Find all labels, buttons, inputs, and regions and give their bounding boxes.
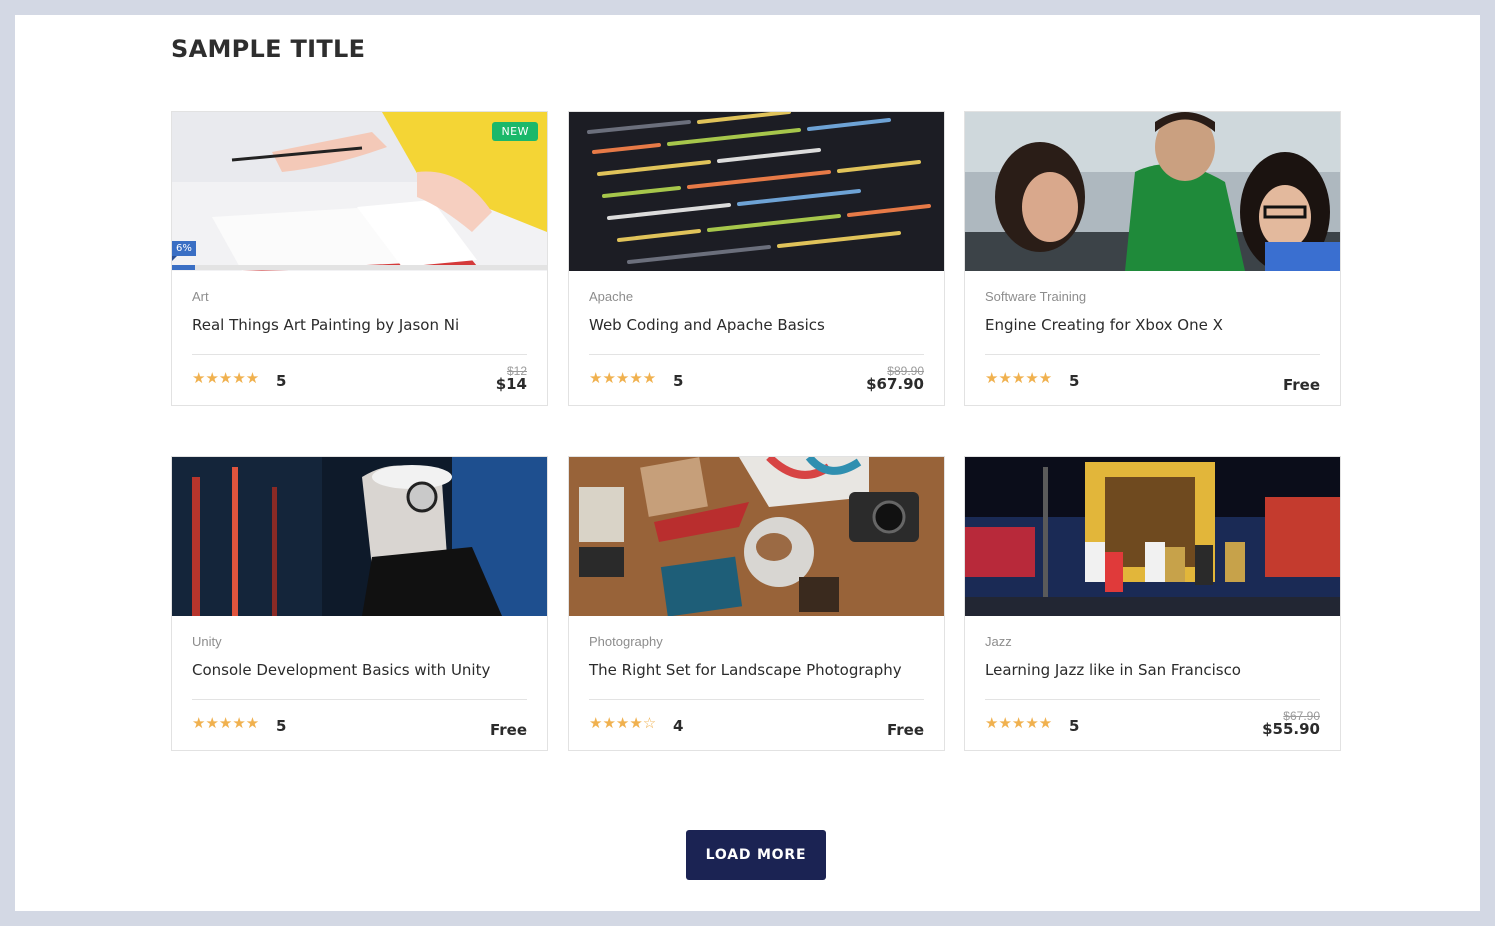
course-category[interactable]: Unity bbox=[192, 634, 222, 649]
course-title[interactable]: Learning Jazz like in San Francisco bbox=[985, 661, 1241, 679]
course-card[interactable]: NEW 6% Art Real Things Art Painting by J… bbox=[171, 111, 548, 406]
divider bbox=[589, 699, 924, 700]
progress-label: 6% bbox=[172, 241, 196, 261]
divider bbox=[192, 699, 527, 700]
price: Free bbox=[886, 721, 924, 739]
course-thumbnail[interactable] bbox=[569, 457, 944, 616]
progress-fill bbox=[172, 265, 195, 270]
course-thumbnail[interactable] bbox=[172, 457, 547, 616]
new-badge: NEW bbox=[492, 122, 538, 141]
course-title[interactable]: Web Coding and Apache Basics bbox=[589, 316, 825, 334]
star-rating-icon: ★★★★★ bbox=[589, 370, 657, 387]
rating-value: 5 bbox=[673, 372, 684, 390]
course-title[interactable]: The Right Set for Landscape Photography bbox=[589, 661, 902, 679]
price: Free bbox=[1282, 376, 1320, 394]
page-frame: SAMPLE TITLE NEW 6% Art Real Things Art … bbox=[15, 15, 1480, 911]
load-more-button[interactable]: LOAD MORE bbox=[686, 830, 826, 880]
rating-value: 5 bbox=[276, 717, 287, 735]
rating-value: 5 bbox=[276, 372, 287, 390]
progress-bar bbox=[172, 265, 547, 270]
course-card[interactable]: Jazz Learning Jazz like in San Francisco… bbox=[964, 456, 1341, 751]
divider bbox=[192, 354, 527, 355]
star-rating-icon: ★★★★☆ bbox=[589, 715, 657, 732]
course-card[interactable]: Apache Web Coding and Apache Basics ★★★★… bbox=[568, 111, 945, 406]
divider bbox=[985, 699, 1320, 700]
course-title[interactable]: Engine Creating for Xbox One X bbox=[985, 316, 1223, 334]
rating-value: 4 bbox=[673, 717, 684, 735]
course-category[interactable]: Apache bbox=[589, 289, 633, 304]
star-rating-icon: ★★★★★ bbox=[192, 370, 260, 387]
rating-value: 5 bbox=[1069, 372, 1080, 390]
course-category[interactable]: Art bbox=[192, 289, 209, 304]
star-rating-icon: ★★★★★ bbox=[192, 715, 260, 732]
price: $55.90 bbox=[1262, 720, 1320, 738]
course-thumbnail[interactable] bbox=[965, 457, 1340, 616]
price: $67.90 bbox=[866, 375, 924, 393]
course-thumbnail[interactable]: NEW 6% bbox=[172, 112, 547, 271]
course-thumbnail[interactable] bbox=[965, 112, 1340, 271]
divider bbox=[589, 354, 924, 355]
course-card[interactable]: Photography The Right Set for Landscape … bbox=[568, 456, 945, 751]
star-rating-icon: ★★★★★ bbox=[985, 370, 1053, 387]
course-title[interactable]: Real Things Art Painting by Jason Ni bbox=[192, 316, 459, 334]
divider bbox=[985, 354, 1320, 355]
course-category[interactable]: Photography bbox=[589, 634, 663, 649]
course-category[interactable]: Jazz bbox=[985, 634, 1012, 649]
course-category[interactable]: Software Training bbox=[985, 289, 1086, 304]
price: Free bbox=[489, 721, 527, 739]
course-thumbnail[interactable] bbox=[569, 112, 944, 271]
page-title: SAMPLE TITLE bbox=[171, 35, 366, 63]
course-card[interactable]: Software Training Engine Creating for Xb… bbox=[964, 111, 1341, 406]
price: $14 bbox=[495, 375, 527, 393]
course-card[interactable]: Unity Console Development Basics with Un… bbox=[171, 456, 548, 751]
course-title[interactable]: Console Development Basics with Unity bbox=[192, 661, 490, 679]
star-rating-icon: ★★★★★ bbox=[985, 715, 1053, 732]
rating-value: 5 bbox=[1069, 717, 1080, 735]
